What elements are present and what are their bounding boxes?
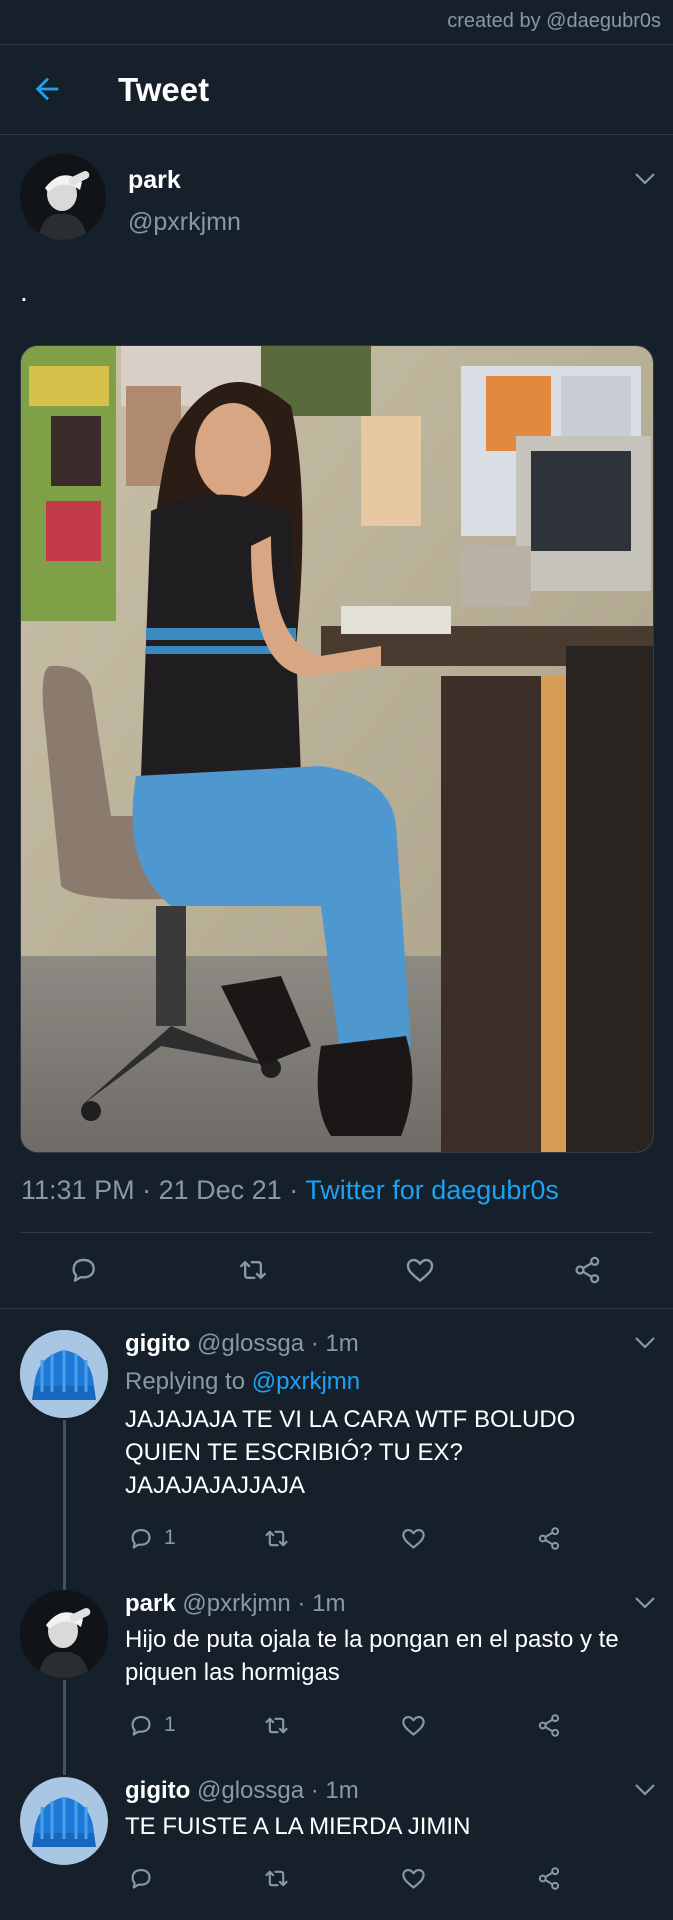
like-button[interactable]: [400, 1858, 427, 1898]
chevron-down-icon[interactable]: [634, 172, 656, 186]
reply-header: gigito @glossga · 1m: [125, 1777, 359, 1805]
heart-icon: [402, 1715, 425, 1736]
retweet-icon: [240, 1260, 266, 1280]
heart-icon: [402, 1528, 425, 1549]
reply-actions: [0, 1858, 673, 1898]
reply-icon: [131, 1868, 151, 1889]
meta-separator: ·: [289, 1175, 306, 1205]
reply-button[interactable]: 1: [127, 1518, 176, 1558]
reply-time: 1m: [312, 1590, 346, 1617]
reply-actions: 1: [0, 1518, 673, 1558]
thread-line: [63, 1420, 66, 1590]
reply-avatar[interactable]: [20, 1590, 108, 1678]
replying-to-label: Replying to: [125, 1368, 246, 1395]
tweet-actions: [0, 1250, 673, 1290]
meta-separator: ·: [310, 1777, 319, 1804]
share-button[interactable]: [536, 1518, 563, 1558]
reply-count: 1: [164, 1713, 176, 1736]
share-button[interactable]: [572, 1250, 604, 1290]
tweet-timestamp: 11:31 PM · 21 Dec 21 · Twitter for daegu…: [21, 1175, 559, 1206]
reply-button[interactable]: 1: [127, 1705, 176, 1745]
like-button[interactable]: [400, 1518, 427, 1558]
retweet-icon: [265, 1870, 288, 1886]
meta-separator: ·: [297, 1590, 306, 1617]
reply-author-handle[interactable]: @glossga: [197, 1330, 304, 1357]
tweet-photo[interactable]: [20, 345, 654, 1153]
reply-button[interactable]: [67, 1250, 99, 1290]
back-arrow-icon[interactable]: [30, 72, 64, 106]
share-icon: [538, 1713, 560, 1737]
retweet-button[interactable]: [262, 1705, 291, 1745]
tweet-source-link[interactable]: Twitter for daegubr0s: [305, 1175, 559, 1205]
reply-text: TE FUISTE A LA MIERDA JIMIN: [125, 1813, 471, 1840]
chevron-down-icon[interactable]: [634, 1783, 656, 1797]
like-button[interactable]: [400, 1705, 427, 1745]
replying-to-line: Replying to @pxrkjmn: [125, 1368, 360, 1396]
replying-to-handle[interactable]: @pxrkjmn: [252, 1368, 360, 1395]
heart-icon: [406, 1258, 434, 1282]
credit-bar: created by @daegubr0s: [0, 0, 673, 45]
reply-time: 1m: [325, 1330, 359, 1357]
reply-count: 1: [164, 1526, 176, 1549]
reply-author-handle[interactable]: @pxrkjmn: [182, 1590, 290, 1617]
like-button[interactable]: [404, 1250, 436, 1290]
meta-separator: ·: [142, 1175, 159, 1205]
chevron-down-icon[interactable]: [634, 1596, 656, 1610]
share-icon: [538, 1866, 560, 1890]
reply-icon: [131, 1715, 151, 1736]
divider: [0, 1308, 673, 1309]
share-button[interactable]: [536, 1858, 563, 1898]
retweet-icon: [265, 1530, 288, 1546]
reply-icon: [131, 1528, 151, 1549]
reply-author-name[interactable]: gigito: [125, 1330, 190, 1357]
retweet-button[interactable]: [236, 1250, 270, 1290]
reply-author-handle[interactable]: @glossga: [197, 1777, 304, 1804]
reply-actions: 1: [0, 1705, 673, 1745]
reply-header: gigito @glossga · 1m: [125, 1330, 359, 1358]
author-name[interactable]: park: [128, 166, 181, 195]
reply-button[interactable]: [127, 1858, 164, 1898]
reply-avatar[interactable]: [20, 1777, 108, 1865]
retweet-button[interactable]: [262, 1518, 291, 1558]
meta-separator: ·: [310, 1330, 319, 1357]
tweet-date: 21 Dec 21: [158, 1175, 282, 1205]
reply-icon: [72, 1258, 95, 1282]
retweet-button[interactable]: [262, 1858, 291, 1898]
page-title: Tweet: [118, 71, 210, 108]
heart-icon: [402, 1868, 425, 1889]
tweet-time: 11:31 PM: [21, 1175, 135, 1205]
reply-text: Hijo de puta ojala te la pongan en el pa…: [125, 1626, 619, 1686]
reply-time: 1m: [325, 1777, 359, 1804]
retweet-icon: [265, 1717, 288, 1733]
chevron-down-icon[interactable]: [634, 1336, 656, 1350]
divider: [20, 1232, 653, 1233]
reply-author-name[interactable]: park: [125, 1590, 176, 1617]
author-handle[interactable]: @pxrkjmn: [128, 208, 241, 237]
author-avatar[interactable]: [20, 154, 106, 240]
credit-text: created by @daegubr0s: [447, 10, 661, 32]
share-icon: [538, 1526, 560, 1550]
tweet-header: Tweet: [0, 44, 673, 135]
reply-text: JAJAJAJA TE VI LA CARA WTF BOLUDO QUIEN …: [125, 1406, 576, 1499]
share-icon: [575, 1256, 600, 1284]
share-button[interactable]: [536, 1705, 563, 1745]
tweet-text: .: [20, 276, 28, 307]
reply-avatar[interactable]: [20, 1330, 108, 1418]
reply-author-name[interactable]: gigito: [125, 1777, 190, 1804]
reply-header: park @pxrkjmn · 1m: [125, 1590, 345, 1618]
